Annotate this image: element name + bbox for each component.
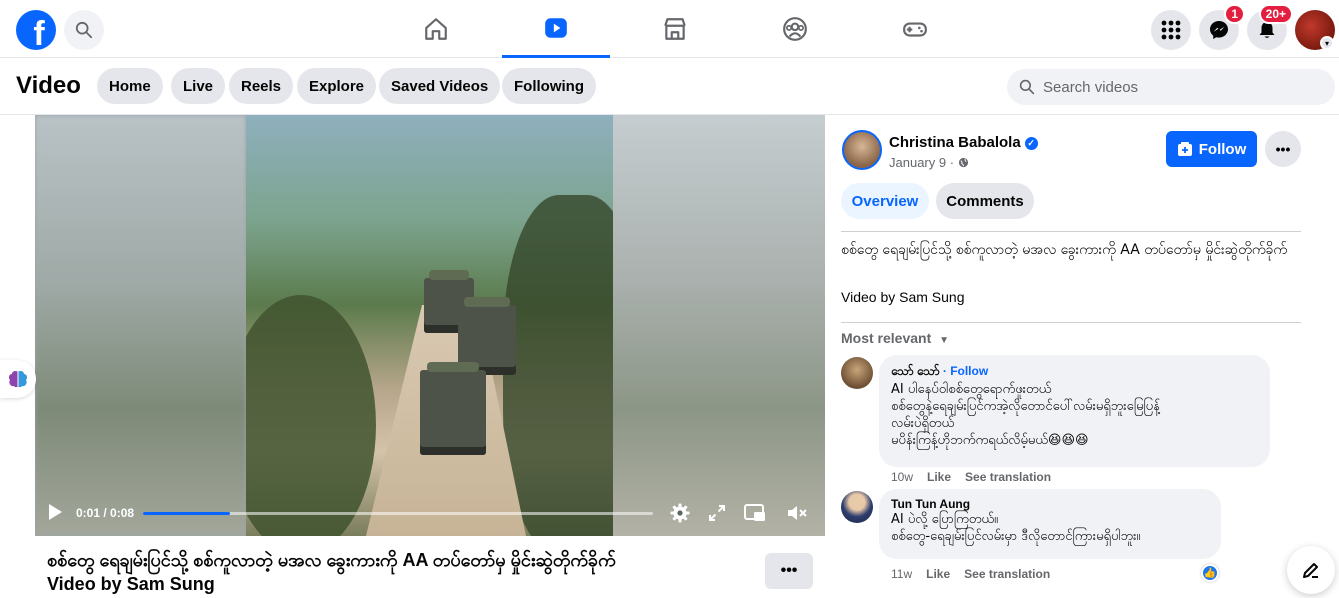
notifications-badge: 20+	[1258, 4, 1293, 24]
compose-message-button[interactable]	[1287, 546, 1335, 594]
marketplace-icon	[664, 18, 686, 40]
video-time: 0:01 / 0:08	[76, 506, 135, 520]
tab-comments[interactable]: Comments	[936, 183, 1034, 219]
nav-tab-video[interactable]	[502, 0, 610, 58]
more-options-button[interactable]: •••	[765, 553, 813, 589]
comment-author-row: သော် သော် · Follow	[891, 364, 989, 378]
messenger-badge: 1	[1224, 4, 1245, 24]
page-title: Video	[16, 72, 81, 99]
comment-text: စစ်တွေ-ရေချမ်းပြင်လမ်းမှာ ဒီလိုတောင်ကြား…	[891, 529, 1141, 544]
nav-tab-gaming[interactable]	[861, 0, 969, 58]
comment-author[interactable]: Tun Tun Aung	[891, 497, 1209, 511]
comment-avatar[interactable]	[841, 357, 873, 389]
pill-following[interactable]: Following	[502, 68, 596, 104]
post-more-button[interactable]: •••	[1265, 131, 1301, 167]
comment-avatar[interactable]	[841, 491, 873, 523]
comment-text: စစ်တွေနဲ့ရေချမ်းပြင်ကအဲ့လိုတောင်ပေါ်လမ်း…	[891, 399, 1160, 414]
pill-live[interactable]: Live	[171, 68, 226, 104]
settings-icon[interactable]	[669, 502, 691, 524]
video-credit-line: Video by Sam Sung	[47, 574, 215, 594]
messenger-icon	[1210, 21, 1228, 39]
verified-badge-icon: ✓	[1024, 137, 1038, 150]
search-icon	[1019, 79, 1035, 95]
comment-text: မပိန်းကြန့်ဟိုဘက်ကရယ်လိမ့်မယ်😆😆😆	[891, 433, 1089, 448]
gaming-icon	[903, 22, 927, 37]
follow-button[interactable]: Follow	[1166, 131, 1257, 167]
comment-text: AI ပဲလို့ ပြောကြတယ်။	[891, 512, 998, 527]
search-button[interactable]	[64, 10, 104, 50]
video-search-field[interactable]	[1007, 69, 1335, 105]
video-blur-right	[613, 115, 825, 536]
comment-like-link[interactable]: Like	[927, 470, 951, 484]
nav-tab-marketplace[interactable]	[621, 0, 729, 58]
fullscreen-icon[interactable]	[706, 502, 728, 524]
post-date-row: January 9 ·	[889, 155, 969, 170]
truck	[420, 362, 486, 455]
messenger-button[interactable]: 1	[1199, 4, 1245, 50]
post-credit: Video by Sam Sung	[841, 289, 965, 305]
follow-label: Follow	[1198, 140, 1247, 158]
sort-label: Most relevant	[841, 330, 932, 346]
comment-sort-dropdown[interactable]: Most relevant ▼	[841, 330, 949, 346]
pill-home[interactable]: Home	[97, 68, 163, 104]
edit-icon	[1303, 563, 1318, 578]
comment-follow-link[interactable]: Follow	[950, 364, 988, 378]
home-icon	[425, 18, 447, 40]
pill-explore[interactable]: Explore	[297, 68, 377, 104]
search-icon	[75, 21, 93, 39]
video-subnav: Video Home Live Reels Explore Saved Vide…	[0, 58, 1339, 115]
mute-icon[interactable]	[786, 502, 808, 524]
notifications-button[interactable]: 20+	[1247, 4, 1293, 50]
pill-saved-videos[interactable]: Saved Videos	[379, 68, 501, 104]
pill-reels[interactable]: Reels	[229, 68, 294, 104]
video-progress-fill	[143, 512, 230, 515]
see-translation-link[interactable]: See translation	[965, 470, 1051, 484]
author-avatar[interactable]	[842, 130, 882, 170]
more-icon: •••	[1275, 141, 1291, 157]
brain-extension-icon[interactable]	[0, 360, 36, 398]
divider	[841, 231, 1301, 232]
comment-bubble: Tun Tun Aung AI ပဲလို့ ပြောကြတယ်။ စစ်တွေ…	[879, 489, 1221, 559]
video-blur-left	[35, 115, 246, 536]
video-progress-bar[interactable]	[143, 512, 653, 515]
video-title: စစ်တွေ ရေချမ်းပြင်သို့ စစ်ကူလာတဲ့ မအလ ခွ…	[47, 548, 747, 596]
comment-bubble: သော် သော် · Follow AI ပါနေပ်ဝါစစ်တွေရောက…	[879, 355, 1270, 467]
see-translation-link[interactable]: See translation	[964, 567, 1050, 581]
comment-author[interactable]: သော် သော်	[891, 364, 940, 378]
video-icon	[545, 17, 567, 38]
video-title-line: စစ်တွေ ရေချမ်းပြင်သို့ စစ်ကူလာတဲ့ မအလ ခွ…	[47, 550, 616, 570]
more-icon: •••	[780, 562, 798, 579]
chevron-down-icon[interactable]: ▾	[1320, 36, 1334, 50]
menu-button[interactable]	[1151, 10, 1191, 50]
search-videos-input[interactable]	[1043, 78, 1323, 96]
comment-text: AI ပါနေပ်ဝါစစ်တွေရောက်ဖူးတယ်	[891, 382, 1052, 397]
video-controls: 0:01 / 0:08	[35, 492, 825, 536]
comment-time[interactable]: 11w	[891, 567, 912, 581]
globe-icon	[958, 157, 968, 168]
caret-down-icon: ▼	[939, 335, 950, 346]
comment-time[interactable]: 10w	[891, 470, 913, 484]
video-frame	[246, 115, 613, 536]
grid-menu-icon	[1161, 20, 1181, 40]
divider	[841, 322, 1301, 323]
author-name-row: Christina Babalola ✓	[889, 134, 1038, 151]
comment-meta: 11w Like See translation	[891, 567, 1050, 581]
groups-icon	[783, 17, 807, 41]
tab-overview[interactable]: Overview	[841, 183, 929, 219]
nav-tab-home[interactable]	[382, 0, 490, 58]
comment-meta: 10w Like See translation	[891, 470, 1051, 484]
play-icon[interactable]	[49, 504, 62, 520]
comment-like-link[interactable]: Like	[926, 567, 950, 581]
mini-player-icon[interactable]	[744, 502, 766, 524]
post-date[interactable]: January 9	[889, 155, 946, 170]
author-name[interactable]: Christina Babalola	[889, 134, 1021, 151]
facebook-logo[interactable]: f	[16, 10, 56, 50]
follow-page-icon	[1177, 142, 1192, 156]
top-navigation: f 1 20+ ▾	[0, 0, 1339, 58]
nav-tab-groups[interactable]	[741, 0, 849, 58]
like-reaction-icon[interactable]: 👍	[1201, 564, 1219, 582]
post-description: စစ်တွေ ရေချမ်းပြင်သို့ စစ်ကူလာတဲ့ မအလ ခွ…	[841, 242, 1288, 258]
video-player[interactable]: 0:01 / 0:08	[35, 115, 825, 536]
comment-text: လမ်းပဲရှိတယ်	[891, 416, 955, 431]
